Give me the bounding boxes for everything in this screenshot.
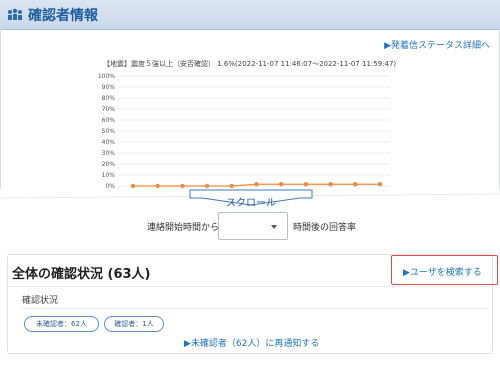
people-group-icon bbox=[8, 8, 22, 20]
y-tick-label: 60% bbox=[102, 117, 116, 124]
status-divider bbox=[20, 308, 488, 309]
scroll-label: スクロール bbox=[226, 198, 276, 209]
data-point bbox=[279, 182, 284, 187]
response-rate-chart: 100%90%80%70%60%50%40%30%20%10%0% bbox=[98, 73, 390, 190]
hours-select[interactable] bbox=[218, 212, 288, 240]
search-user-link[interactable]: ▶ユーザを検索する bbox=[403, 265, 482, 278]
data-point bbox=[130, 183, 136, 189]
data-point bbox=[254, 182, 259, 187]
page-title: 確認者情報 bbox=[28, 8, 98, 24]
data-point bbox=[155, 183, 160, 189]
y-tick-label: 100% bbox=[98, 73, 115, 80]
y-tick-label: 80% bbox=[102, 95, 116, 102]
y-tick-label: 20% bbox=[102, 161, 116, 168]
card-divider bbox=[8, 286, 492, 287]
y-tick-label: 10% bbox=[102, 172, 116, 179]
y-tick-label: 50% bbox=[102, 128, 116, 135]
y-tick-label: 40% bbox=[102, 139, 116, 146]
filter-prefix-label: 連絡開始時間から bbox=[147, 223, 220, 233]
page-header: 確認者情報 bbox=[0, 0, 500, 30]
y-tick-label: 90% bbox=[102, 84, 116, 91]
data-point bbox=[204, 183, 210, 189]
overall-status-title: 全体の確認状況 (63人) bbox=[12, 267, 151, 282]
unconfirmed-count-badge[interactable]: 未確認者：62人 bbox=[24, 316, 99, 332]
renotify-link[interactable]: ▶未確認者（62人）に再通知する bbox=[184, 336, 319, 349]
data-point bbox=[328, 182, 333, 187]
y-tick-label: 30% bbox=[102, 150, 116, 157]
filter-suffix-label: 時間後の回答率 bbox=[293, 223, 357, 233]
delivery-status-link[interactable]: ▶発着信ステータス詳細へ bbox=[384, 38, 490, 51]
confirmed-count-badge[interactable]: 確認者：1人 bbox=[104, 316, 164, 332]
data-point bbox=[353, 182, 358, 187]
status-label: 確認状況 bbox=[22, 296, 59, 306]
data-point bbox=[229, 183, 234, 189]
data-point bbox=[377, 182, 383, 187]
y-tick-label: 70% bbox=[102, 106, 116, 113]
data-point bbox=[303, 182, 309, 187]
chart-title: 【地震】震度５強以上（安否確認） 1.6%(2022-11-07 11:46:0… bbox=[103, 60, 397, 68]
data-point bbox=[180, 183, 185, 189]
chevron-down-icon bbox=[271, 225, 277, 229]
